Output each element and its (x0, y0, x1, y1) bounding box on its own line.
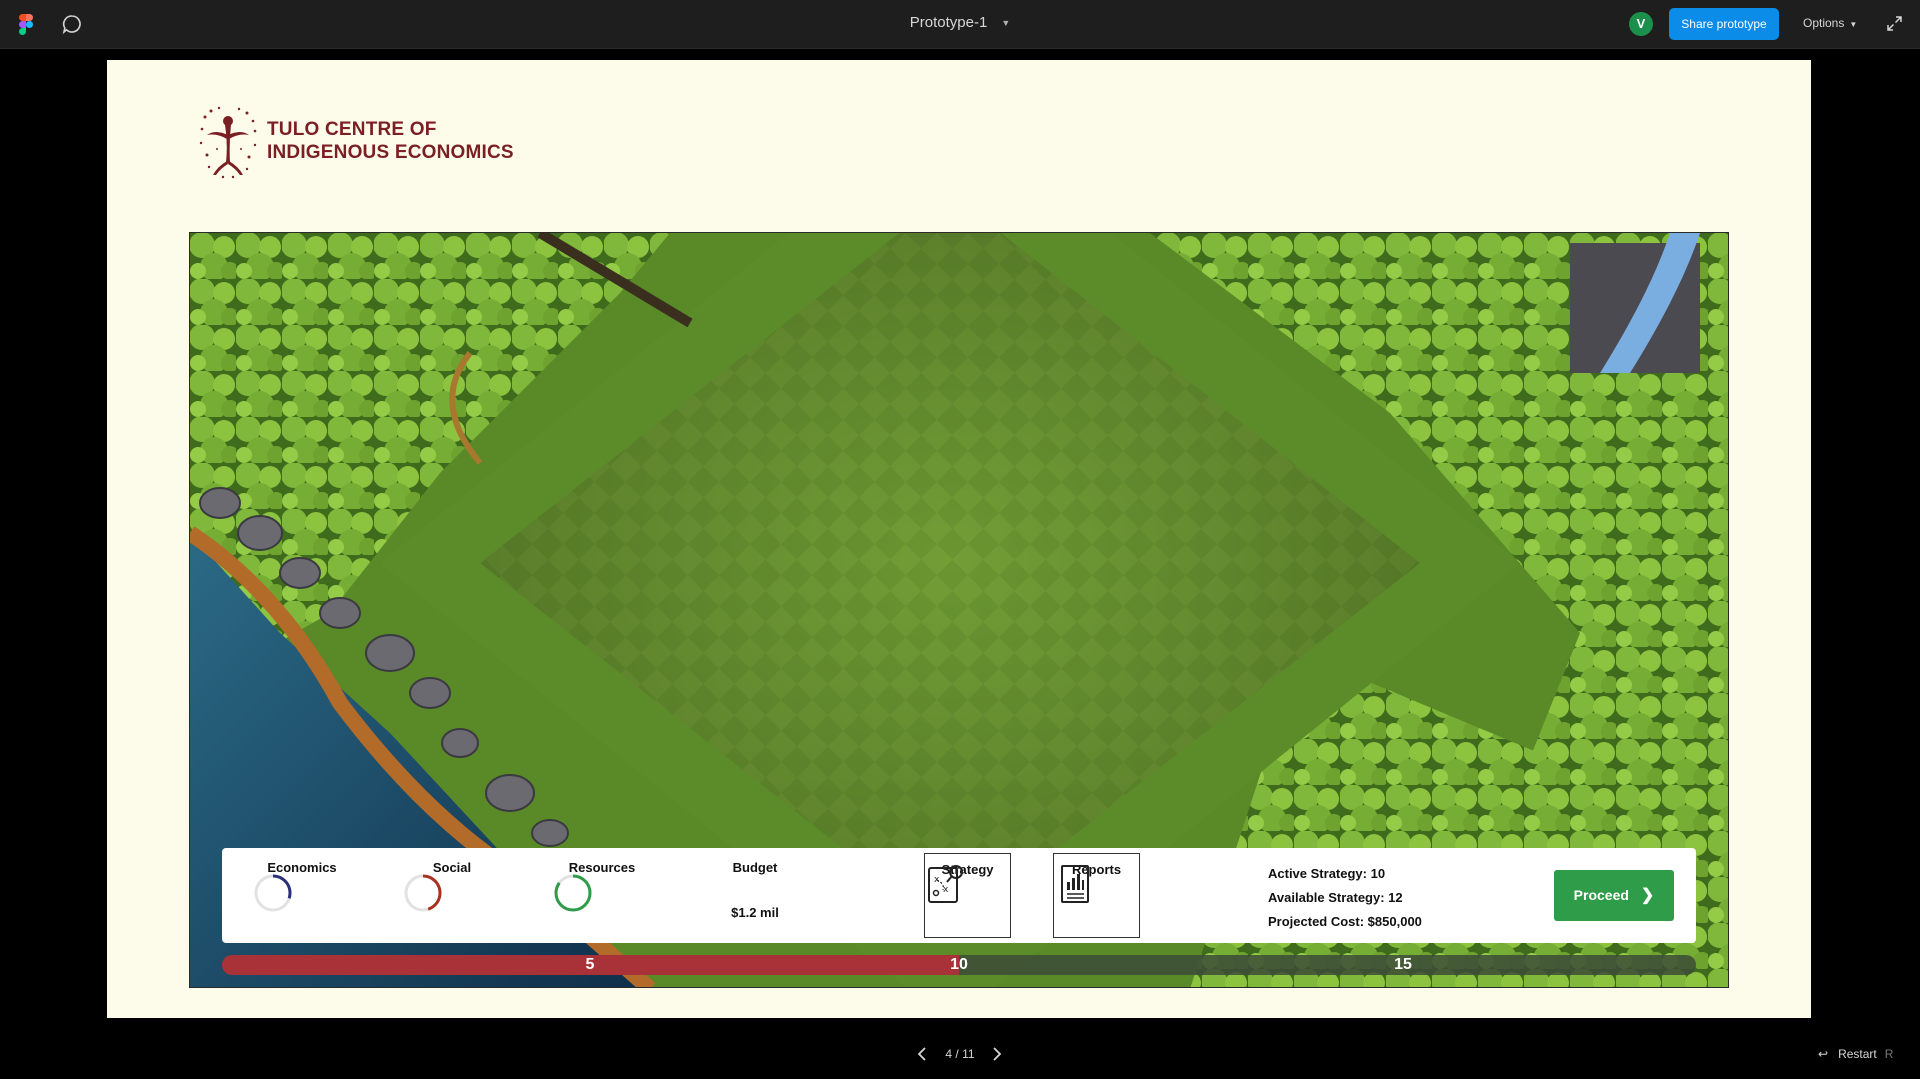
milestone-10: 10 (950, 956, 968, 973)
game-map[interactable]: Economics Social Resources Budget $1.2 m… (189, 232, 1729, 988)
restart-label: Restart (1838, 1047, 1877, 1061)
previous-slide-icon[interactable] (916, 1046, 928, 1062)
economics-gauge (254, 874, 292, 912)
milestone-15: 15 (1394, 956, 1412, 973)
available-strategy: Available Strategy: 12 (1268, 890, 1403, 905)
milestone-5: 5 (585, 956, 595, 973)
prototype-slide: TULO CENTRE OF INDIGENOUS ECONOMICS Econ… (107, 60, 1811, 1018)
reports-button[interactable]: Reports (1053, 853, 1140, 938)
budget-metric: Budget $1.2 mil (700, 860, 810, 920)
proceed-button[interactable]: Proceed ❯ (1554, 870, 1674, 921)
active-strategy: Active Strategy: 10 (1268, 866, 1386, 881)
resources-metric: Resources (552, 860, 652, 912)
progress-bar: 5 10 15 (222, 955, 1696, 975)
budget-label: Budget (732, 860, 778, 875)
page-counter: 4 / 11 (945, 1047, 975, 1061)
expand-icon[interactable] (1886, 15, 1903, 32)
prototype-title[interactable]: Prototype-1 (910, 14, 988, 31)
projected-cost: Projected Cost: $850,000 (1268, 914, 1422, 929)
proceed-label: Proceed (1573, 887, 1629, 903)
top-toolbar: Prototype-1 ▼ V Share prototype Options ▼ (0, 0, 1920, 49)
tulo-logo-icon (199, 106, 257, 179)
strategy-button[interactable]: Strategy x x (924, 853, 1011, 938)
organization-name: TULO CENTRE OF INDIGENOUS ECONOMICS (267, 118, 514, 164)
strategy-stats: Active Strategy: 10 Available Strategy: … (1268, 862, 1422, 934)
social-gauge (404, 874, 442, 912)
organization-name-line2: INDIGENOUS ECONOMICS (267, 142, 514, 163)
organization-name-line1: TULO CENTRE OF (267, 119, 437, 140)
hud-panel: Economics Social Resources Budget $1.2 m… (222, 848, 1696, 943)
restart-shortcut: R (1884, 1047, 1894, 1061)
reports-document-icon (1061, 865, 1089, 903)
svg-text:x: x (943, 885, 949, 895)
chevron-right-icon: ❯ (1640, 887, 1655, 904)
budget-value: $1.2 mil (731, 905, 779, 920)
figma-logo[interactable] (19, 14, 33, 35)
next-slide-icon[interactable] (991, 1046, 1003, 1062)
social-metric: Social (402, 860, 502, 912)
economics-metric: Economics (252, 860, 352, 912)
avatar[interactable]: V (1629, 12, 1653, 36)
resources-gauge (554, 874, 592, 912)
options-label: Options (1803, 16, 1845, 30)
comment-icon[interactable] (62, 14, 82, 34)
undo-arrow-icon: ↩ (1818, 1047, 1829, 1061)
chevron-down-icon[interactable]: ▼ (1001, 18, 1010, 28)
restart-button[interactable]: ↩ Restart R (1818, 1047, 1893, 1061)
chevron-down-icon: ▼ (1849, 20, 1858, 29)
share-prototype-button[interactable]: Share prototype (1669, 8, 1779, 40)
strategy-map-icon: x x (928, 865, 963, 903)
options-button[interactable]: Options ▼ (1803, 16, 1857, 30)
